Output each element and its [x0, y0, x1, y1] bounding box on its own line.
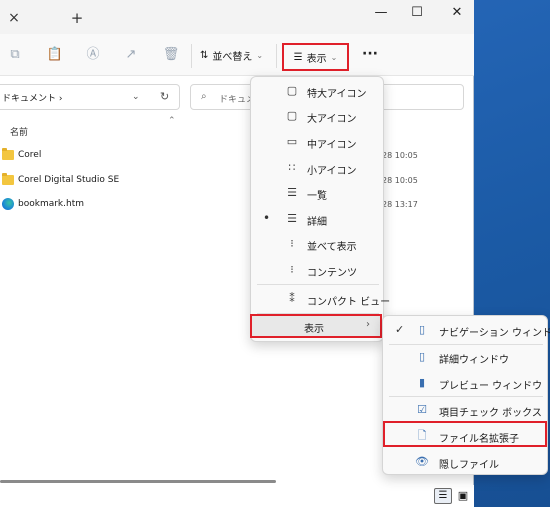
content-icon: ⁝ — [290, 263, 294, 276]
search-icon: ⌕ — [201, 91, 207, 102]
navigation-pane-icon: ▯ — [418, 323, 426, 336]
compact-view-icon: ⁑ — [289, 292, 295, 305]
address-dropdown-icon[interactable]: ⌄ — [132, 84, 146, 110]
file-name: Corel — [18, 150, 42, 160]
submenu-item-label: ナビゲーション ウィンドウ — [439, 328, 550, 339]
maximize-button[interactable]: ☐ — [406, 4, 428, 22]
list-icon: ☰ — [287, 186, 297, 199]
command-bar: ⧉ 📋 Ⓐ ↗ 🗑 ⇅ 並べ替え ⌄ ☰ 表示 ⌄ ··· — [0, 34, 474, 76]
sort-label: 並べ替え — [212, 51, 253, 63]
menu-item-label: コンパクト ビュー — [307, 297, 391, 308]
menu-item-compact-view[interactable]: ⁑ コンパクト ビュー — [251, 287, 390, 311]
address-bar[interactable]: ドキュメント › — [0, 84, 180, 110]
close-button[interactable]: ✕ — [446, 4, 468, 22]
file-row[interactable]: Corel Digital Studio SE 28 10:05 — [0, 171, 474, 193]
tab-close-button[interactable]: × — [6, 10, 22, 26]
sort-button[interactable]: ⇅ 並べ替え ⌄ — [200, 44, 263, 66]
view-menu: ▢ 特大アイコン ▢ 大アイコン ▭ 中アイコン ∷ 小アイコン ☰ 一覧 • … — [250, 76, 390, 342]
submenu-item-label: 隠しファイル — [439, 460, 499, 471]
show-submenu: ✓ ▯ ナビゲーション ウィンドウ ▯ 詳細ウィンドウ ▮ プレビュー ウィンド… — [382, 315, 550, 475]
preview-pane-icon: ▮ — [418, 376, 426, 389]
menu-item-label: 小アイコン — [307, 166, 357, 177]
file-name: Corel Digital Studio SE — [18, 175, 120, 185]
file-date: 28 10:05 — [382, 176, 418, 185]
menu-item-extra-large-icons[interactable]: ▢ 特大アイコン — [251, 79, 385, 103]
address-path: ドキュメント › — [2, 94, 63, 104]
menu-item-label: 並べて表示 — [307, 242, 357, 253]
menu-item-label: 一覧 — [307, 191, 327, 202]
menu-divider — [257, 284, 379, 285]
status-bar — [0, 485, 474, 507]
more-options-button[interactable]: ··· — [360, 45, 380, 65]
hidden-files-icon: 👁 — [415, 455, 429, 468]
view-icon: ☰ — [293, 51, 303, 63]
sort-icon: ⇅ — [200, 49, 209, 61]
medium-icon: ▭ — [286, 135, 298, 148]
folder-icon — [2, 148, 14, 160]
submenu-item-label: 項目チェック ボックス — [439, 408, 542, 419]
file-row[interactable]: bookmark.htm 28 13:17 — [0, 195, 474, 217]
menu-item-small-icons[interactable]: ∷ 小アイコン — [251, 156, 385, 180]
details-icon: ☰ — [287, 212, 297, 225]
submenu-item-item-checkboxes[interactable]: ☑ 項目チェック ボックス — [383, 398, 549, 422]
menu-item-label: 特大アイコン — [307, 89, 367, 100]
file-row[interactable]: Corel 28 10:05 — [0, 146, 474, 168]
menu-item-tiles[interactable]: ⁝ 並べて表示 — [251, 232, 385, 256]
column-header-name[interactable]: 名前 — [10, 125, 28, 138]
menu-item-large-icons[interactable]: ▢ 大アイコン — [251, 104, 385, 128]
submenu-item-hidden-files[interactable]: 👁 隠しファイル — [383, 450, 549, 474]
refresh-icon[interactable]: ↻ — [160, 84, 174, 110]
file-date: 28 13:17 — [382, 200, 418, 209]
check-icon: ✓ — [395, 323, 405, 336]
horizontal-scrollbar[interactable] — [0, 480, 276, 483]
title-bar: × + — ☐ ✕ — [0, 0, 474, 34]
details-pane-icon: ▯ — [418, 350, 426, 363]
edge-browser-icon — [2, 198, 14, 210]
small-icons-icon: ∷ — [288, 161, 296, 174]
menu-item-label: コンテンツ — [307, 268, 357, 279]
menu-item-details[interactable]: • ☰ 詳細 — [251, 207, 385, 231]
submenu-item-navigation-pane[interactable]: ✓ ▯ ナビゲーション ウィンドウ — [383, 318, 550, 342]
menu-item-label: 中アイコン — [307, 140, 357, 151]
menu-item-label: 表示 — [304, 324, 324, 335]
large-icons-view-toggle-icon[interactable]: ▣ — [455, 488, 471, 504]
selected-bullet-icon: • — [263, 211, 271, 225]
large-icon: ▢ — [286, 109, 298, 122]
submenu-item-label: 詳細ウィンドウ — [439, 355, 509, 366]
menu-item-content[interactable]: ⁝ コンテンツ — [251, 258, 385, 282]
paste-icon[interactable]: 📋 — [46, 46, 64, 64]
file-date: 28 10:05 — [382, 151, 418, 160]
chevron-down-icon: ⌄ — [330, 52, 338, 62]
file-extension-highlight — [383, 421, 547, 447]
delete-icon[interactable]: 🗑 — [162, 46, 180, 64]
chevron-right-icon: › — [366, 319, 370, 330]
new-tab-button[interactable]: + — [68, 9, 86, 27]
share-icon[interactable]: ↗ — [122, 46, 140, 64]
submenu-item-preview-pane[interactable]: ▮ プレビュー ウィンドウ — [383, 371, 549, 395]
minimize-button[interactable]: — — [370, 4, 392, 22]
extra-large-icon: ▢ — [286, 84, 298, 97]
menu-item-show[interactable]: 表示 › — [250, 314, 382, 338]
menu-item-label: 詳細 — [307, 217, 327, 228]
view-button[interactable]: ☰ 表示 ⌄ — [282, 43, 349, 71]
toolbar-divider — [276, 44, 277, 68]
rename-icon[interactable]: Ⓐ — [84, 46, 102, 64]
menu-item-label: 大アイコン — [307, 114, 357, 125]
tiles-icon: ⁝ — [290, 237, 294, 250]
sort-ascending-icon: ⌃ — [168, 116, 176, 126]
item-checkbox-icon: ☑ — [417, 403, 427, 416]
file-name: bookmark.htm — [18, 199, 84, 209]
copy-icon[interactable]: ⧉ — [6, 46, 24, 64]
menu-item-medium-icons[interactable]: ▭ 中アイコン — [251, 130, 385, 154]
menu-item-list[interactable]: ☰ 一覧 — [251, 181, 385, 205]
details-view-toggle-icon[interactable]: ☰ — [434, 488, 452, 504]
chevron-down-icon: ⌄ — [256, 50, 264, 60]
toolbar-divider — [191, 44, 192, 68]
menu-divider — [389, 396, 543, 397]
submenu-item-label: プレビュー ウィンドウ — [439, 381, 543, 392]
folder-icon — [2, 173, 14, 185]
submenu-item-details-pane[interactable]: ▯ 詳細ウィンドウ — [383, 345, 549, 369]
view-label: 表示 — [306, 53, 327, 65]
